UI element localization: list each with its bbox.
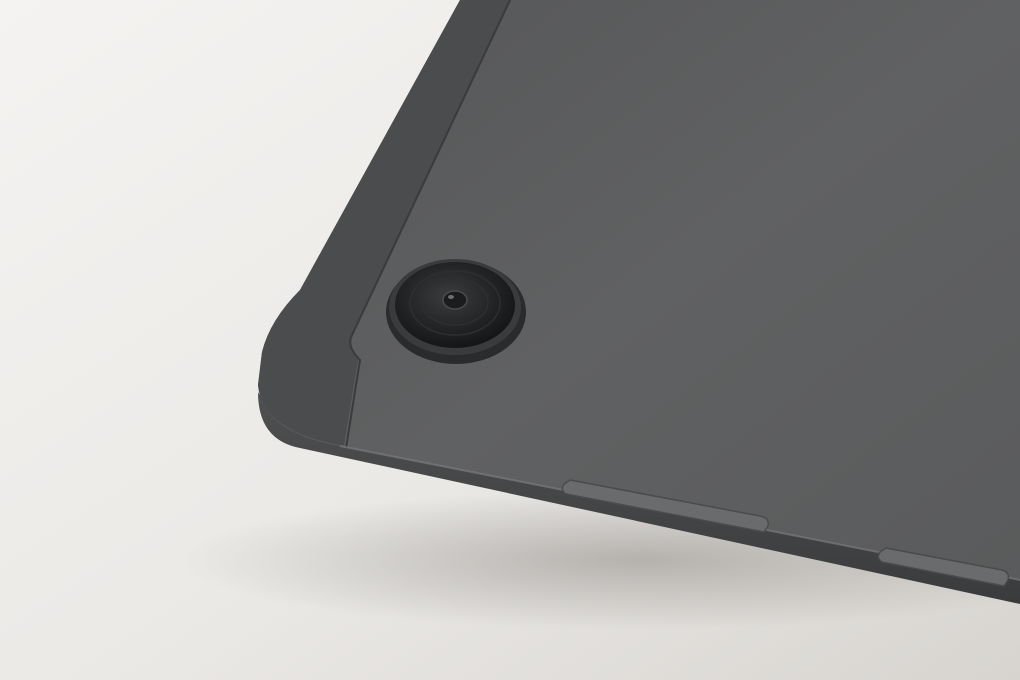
product-photo (0, 0, 1020, 680)
